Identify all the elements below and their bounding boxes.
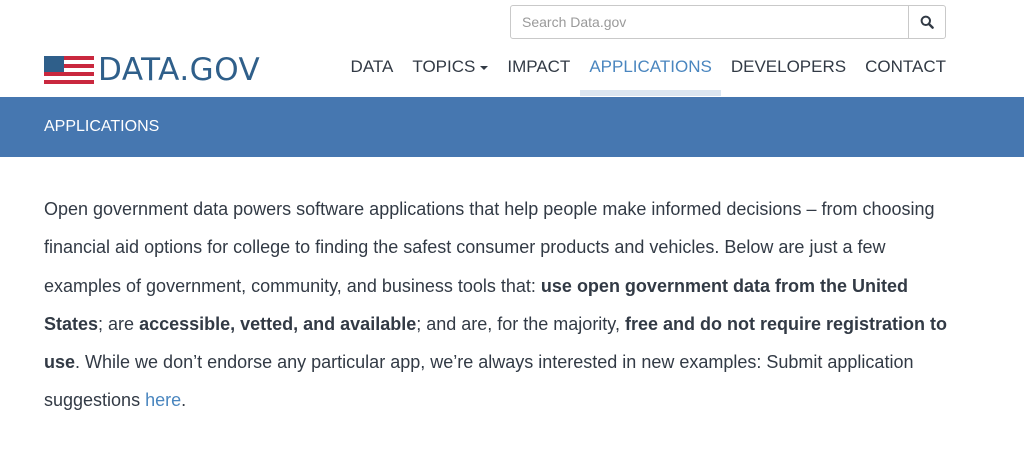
nav-item-data[interactable]: DATA <box>351 54 394 80</box>
nav-item-impact[interactable]: IMPACT <box>507 54 570 80</box>
search-box <box>510 5 946 39</box>
nav-item-contact[interactable]: CONTACT <box>865 54 946 80</box>
intro-bold-2: accessible, vetted, and available <box>139 313 417 334</box>
search-icon <box>920 15 934 29</box>
search-button[interactable] <box>908 6 945 38</box>
nav-item-developers[interactable]: DEVELOPERS <box>731 54 846 80</box>
us-flag-icon <box>44 56 94 84</box>
nav-item-applications[interactable]: APPLICATIONS <box>580 54 721 96</box>
caret-down-icon <box>480 65 489 70</box>
submit-suggestion-link[interactable]: here <box>145 390 181 410</box>
nav-item-topics-label: TOPICS <box>412 57 476 76</box>
search-input[interactable] <box>511 6 909 38</box>
page-title: APPLICATIONS <box>44 118 160 135</box>
intro-paragraph: Open government data powers software app… <box>44 190 964 420</box>
site-logo[interactable]: DATA.GOV <box>44 53 260 87</box>
main-nav: DATA TOPICS IMPACT APPLICATIONS DEVELOPE… <box>332 54 946 96</box>
nav-item-topics[interactable]: TOPICS <box>412 54 489 80</box>
intro-text-3: ; and are, for the majority, <box>416 313 625 334</box>
intro-text-5: . <box>181 390 187 411</box>
intro-text-2: ; are <box>98 313 140 334</box>
logo-text: DATA.GOV <box>98 52 261 88</box>
page-banner: APPLICATIONS <box>0 97 1024 157</box>
